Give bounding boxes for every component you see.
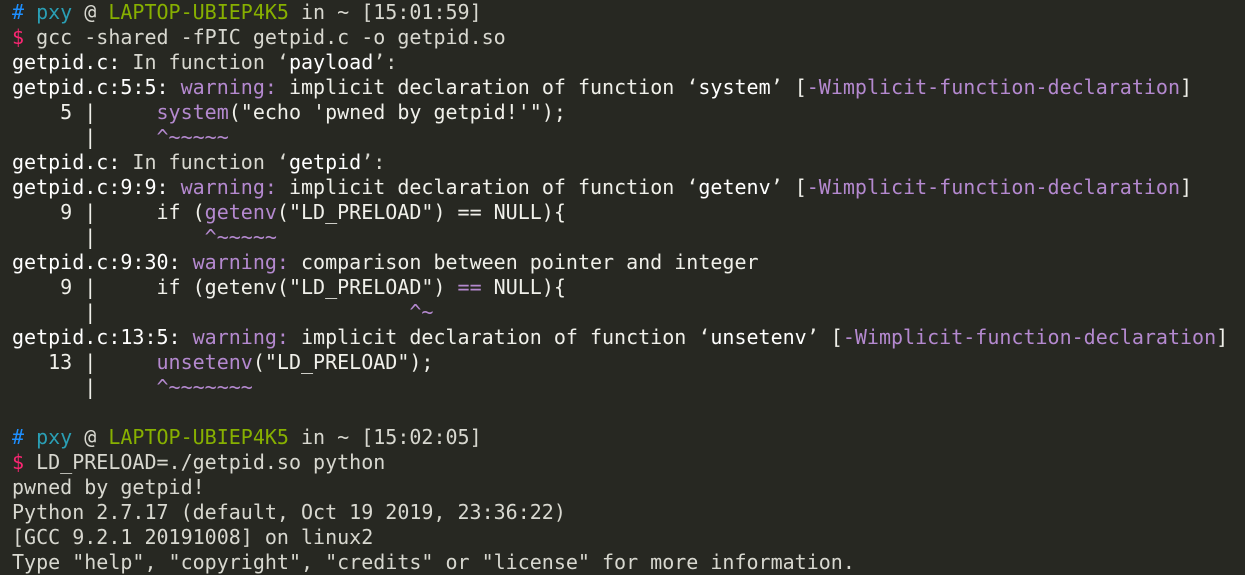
terminal-line: $ LD_PRELOAD=./getpid.so python <box>12 450 1228 475</box>
terminal-text: implicit declaration of function ‘ <box>288 325 711 349</box>
terminal-text: # <box>12 0 37 24</box>
terminal-text: getpid.c:9:9: <box>12 175 169 199</box>
terminal-text: payload <box>288 50 374 74</box>
highlighted-text: == <box>457 275 482 299</box>
terminal-line: 5 | system("echo 'pwned by getpid!'"); <box>12 100 1228 125</box>
terminal-text: LAPTOP-UBIEP4K5 <box>108 0 289 24</box>
highlighted-text: warning: <box>180 175 277 199</box>
terminal-text: ’: <box>373 50 398 74</box>
terminal-line: pwned by getpid! <box>12 475 1228 500</box>
terminal-text: ’ [ <box>806 325 843 349</box>
terminal-text: implicit declaration of function ‘ <box>276 75 699 99</box>
terminal-text: Type "help", "copyright", "credits" or "… <box>12 550 855 574</box>
terminal-text: ("echo 'pwned by getpid!'"); <box>228 100 566 124</box>
terminal-line: Type "help", "copyright", "credits" or "… <box>12 550 1228 575</box>
terminal-text: in ~ [15:01:59] <box>288 0 482 24</box>
terminal-line: getpid.c:13:5: warning: implicit declara… <box>12 325 1228 350</box>
terminal-text: ’ [ <box>770 175 807 199</box>
highlighted-text: -Wimplicit-function-declaration <box>842 325 1217 349</box>
terminal-text: system <box>698 75 771 99</box>
terminal-text: [GCC 9.2.1 20191008] on linux2 <box>12 525 374 549</box>
terminal-line: 9 | if (getenv("LD_PRELOAD") == NULL){ <box>12 200 1228 225</box>
highlighted-text: -Wimplicit-function-declaration <box>806 175 1181 199</box>
terminal-text: LD_PRELOAD=./getpid.so python <box>36 450 386 474</box>
terminal-line: [GCC 9.2.1 20191008] on linux2 <box>12 525 1228 550</box>
terminal-line: # pxy @ LAPTOP-UBIEP4K5 in ~ [15:01:59] <box>12 0 1228 25</box>
highlighted-text: warning: <box>192 325 289 349</box>
highlighted-text: getenv <box>204 200 277 224</box>
terminal-text: getpid.c: <box>12 150 121 174</box>
terminal-text: | <box>12 375 157 399</box>
terminal-text: comparison between pointer and integer <box>288 250 759 274</box>
terminal-line: | ^~ <box>12 300 1228 325</box>
terminal-text: 5 | <box>12 100 157 124</box>
terminal-line: | ^~~~~~ <box>12 125 1228 150</box>
terminal-text: implicit declaration of function ‘ <box>276 175 699 199</box>
terminal-text: In function ‘ <box>120 150 289 174</box>
terminal-text: pxy <box>36 425 73 449</box>
terminal-text: pwned by getpid! <box>12 475 205 499</box>
terminal-line: | ^~~~~~ <box>12 225 1228 250</box>
terminal-text: 13 | <box>12 350 157 374</box>
terminal-text: getpid.c:5:5: <box>12 75 169 99</box>
terminal-text: @ <box>72 0 109 24</box>
terminal-text: getpid.c:9:30: <box>12 250 181 274</box>
terminal-line: 13 | unsetenv("LD_PRELOAD"); <box>12 350 1228 375</box>
terminal-line: Python 2.7.17 (default, Oct 19 2019, 23:… <box>12 500 1228 525</box>
terminal-text: ] <box>1180 75 1193 99</box>
highlighted-text: ^~~~~~ <box>204 225 277 249</box>
terminal-line: getpid.c: In function ‘getpid’: <box>12 150 1228 175</box>
terminal-text: $ <box>12 450 37 474</box>
terminal-line: getpid.c:5:5: warning: implicit declarat… <box>12 75 1228 100</box>
terminal-text: NULL){ <box>481 275 566 299</box>
terminal-output[interactable]: # pxy @ LAPTOP-UBIEP4K5 in ~ [15:01:59] $… <box>12 0 1228 575</box>
highlighted-text: ^~ <box>409 300 434 324</box>
highlighted-text: system <box>156 100 229 124</box>
terminal-text: in ~ [15:02:05] <box>288 425 482 449</box>
highlighted-text: ^~~~~~ <box>156 125 229 149</box>
terminal-line: getpid.c:9:30: warning: comparison betwe… <box>12 250 1228 275</box>
terminal-text: Python 2.7.17 (default, Oct 19 2019, 23:… <box>12 500 566 524</box>
terminal-text: getpid <box>288 150 362 174</box>
terminal-text: In function ‘ <box>120 50 289 74</box>
terminal-line: getpid.c: In function ‘payload’: <box>12 50 1228 75</box>
terminal-text: ] <box>1216 325 1229 349</box>
terminal-line: $ gcc -shared -fPIC getpid.c -o getpid.s… <box>12 25 1228 50</box>
terminal-line: getpid.c:9:9: warning: implicit declarat… <box>12 175 1228 200</box>
terminal-text: pxy <box>36 0 73 24</box>
terminal-text: ’ [ <box>770 75 807 99</box>
terminal-text: 9 | if ( <box>12 200 205 224</box>
terminal-line: # pxy @ LAPTOP-UBIEP4K5 in ~ [15:02:05] <box>12 425 1228 450</box>
terminal-text: gcc -shared -fPIC getpid.c -o getpid.so <box>36 25 506 49</box>
terminal-text: # <box>12 425 37 449</box>
highlighted-text: -Wimplicit-function-declaration <box>806 75 1181 99</box>
terminal-text: ("LD_PRELOAD") == NULL){ <box>276 200 566 224</box>
terminal-text: getpid.c:13:5: <box>12 325 181 349</box>
terminal-text: | <box>12 300 410 324</box>
terminal-text: ] <box>1180 175 1193 199</box>
terminal-text: getpid.c: <box>12 50 121 74</box>
terminal-text: | <box>12 225 205 249</box>
highlighted-text: unsetenv <box>156 350 253 374</box>
terminal-text: ("LD_PRELOAD"); <box>252 350 434 374</box>
highlighted-text: ^~~~~~~~ <box>156 375 253 399</box>
terminal-text: LAPTOP-UBIEP4K5 <box>108 425 289 449</box>
highlighted-text: warning: <box>180 75 277 99</box>
terminal-line: | ^~~~~~~~ <box>12 375 1228 400</box>
terminal-text: | <box>12 125 157 149</box>
terminal-text: 9 | if (getenv("LD_PRELOAD") <box>12 275 458 299</box>
terminal-text: $ <box>12 25 37 49</box>
terminal-text: unsetenv <box>710 325 807 349</box>
highlighted-text: warning: <box>192 250 289 274</box>
terminal-text: getenv <box>698 175 771 199</box>
terminal-text: ’: <box>361 150 386 174</box>
terminal-line: 9 | if (getenv("LD_PRELOAD") == NULL){ <box>12 275 1228 300</box>
terminal-text: @ <box>72 425 109 449</box>
